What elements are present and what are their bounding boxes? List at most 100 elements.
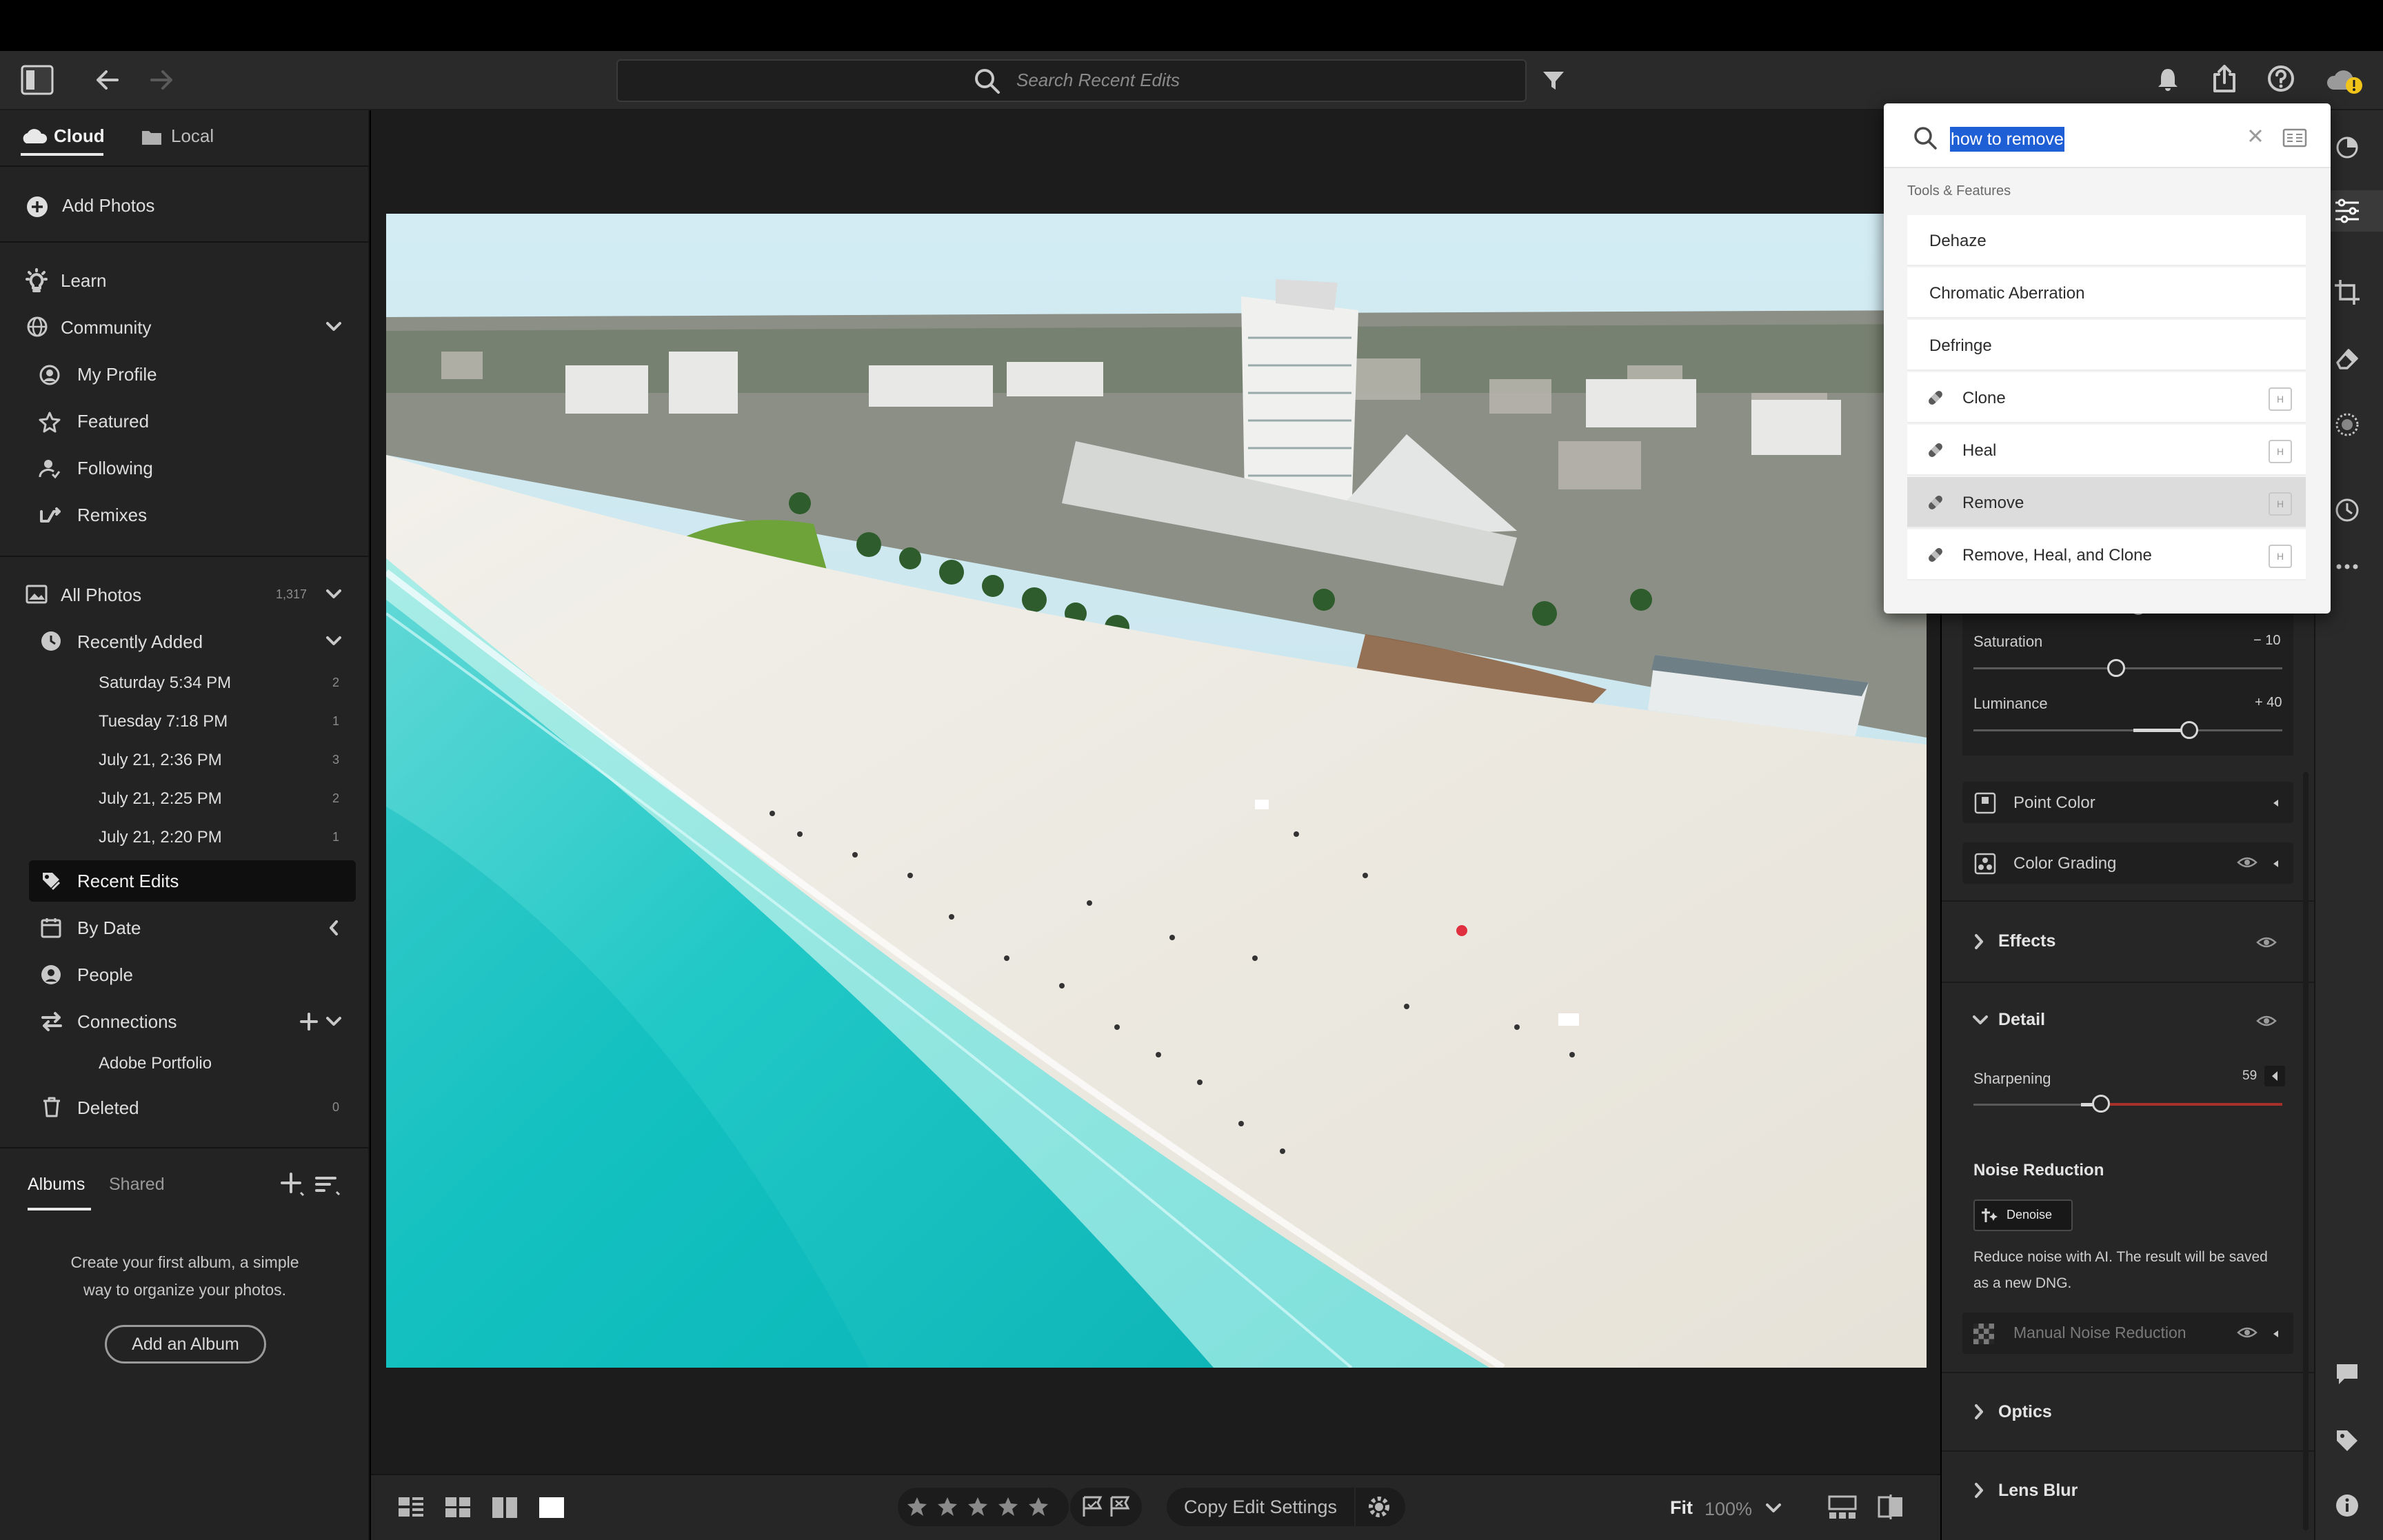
search-result-item[interactable]: Defringe xyxy=(1907,320,2306,371)
tab-shared[interactable]: Shared xyxy=(109,1175,165,1195)
lens-blur-header[interactable]: Lens Blur xyxy=(1998,1481,2078,1501)
sidebar-item-connections[interactable]: Connections xyxy=(77,1011,177,1033)
detail-header[interactable]: Detail xyxy=(1998,1010,2045,1030)
search-result-item[interactable]: Dehaze xyxy=(1907,215,2306,266)
recent-group-item[interactable]: July 21, 2:25 PM xyxy=(99,789,222,809)
share-icon[interactable] xyxy=(2209,63,2240,94)
saturation-value[interactable]: − 10 xyxy=(2253,633,2280,649)
recent-group-item[interactable]: July 21, 2:20 PM xyxy=(99,828,222,847)
triangle-left-icon[interactable] xyxy=(2271,797,2281,809)
saturation-slider-knob[interactable] xyxy=(2107,659,2125,677)
sidebar-toggle-icon[interactable] xyxy=(18,62,57,98)
chevron-down-icon[interactable] xyxy=(1765,1503,1782,1514)
recent-group-item[interactable]: Saturday 5:34 PM xyxy=(99,673,231,693)
zoom-fit-option[interactable]: Fit xyxy=(1670,1497,1693,1519)
sidebar-item-community[interactable]: Community xyxy=(61,317,151,338)
connection-adobe-portfolio[interactable]: Adobe Portfolio xyxy=(99,1054,212,1073)
search-result-item[interactable]: Heal H xyxy=(1907,425,2306,476)
flag-buttons[interactable] xyxy=(1070,1488,1142,1526)
chevron-left-icon[interactable] xyxy=(328,920,339,936)
eye-icon[interactable] xyxy=(2237,1324,2258,1341)
effects-header[interactable]: Effects xyxy=(1998,931,2055,951)
search-result-item[interactable]: Clone H xyxy=(1907,372,2306,423)
chevron-down-icon[interactable] xyxy=(325,321,342,332)
sidebar-item-by-date[interactable]: By Date xyxy=(77,918,141,939)
cloud-sync-warning-icon[interactable] xyxy=(2325,65,2364,97)
comment-icon[interactable] xyxy=(2335,1362,2360,1387)
tab-local[interactable]: Local xyxy=(171,125,214,147)
detail-view-icon[interactable] xyxy=(538,1496,565,1519)
optics-header[interactable]: Optics xyxy=(1998,1402,2052,1422)
add-photos-button[interactable]: Add Photos xyxy=(62,195,154,216)
saturation-track[interactable] xyxy=(1973,667,2282,669)
chevron-down-icon[interactable] xyxy=(325,636,342,647)
main-photo[interactable] xyxy=(386,214,1927,1368)
chevron-right-icon[interactable] xyxy=(1973,933,1984,950)
eraser-heal-icon[interactable] xyxy=(2333,345,2361,372)
luminance-slider-knob[interactable] xyxy=(2180,721,2198,739)
search-result-item[interactable]: Chromatic Aberration xyxy=(1907,267,2306,318)
add-album-button[interactable]: Add an Album xyxy=(105,1325,266,1364)
tab-cloud[interactable]: Cloud xyxy=(54,125,105,147)
close-icon[interactable] xyxy=(2246,127,2264,145)
sidebar-item-recent-edits[interactable]: Recent Edits xyxy=(77,871,179,892)
history-icon[interactable] xyxy=(2333,496,2361,524)
sliders-icon[interactable] xyxy=(2333,197,2361,225)
sidebar-item-learn[interactable]: Learn xyxy=(61,270,107,292)
presets-icon[interactable] xyxy=(2333,135,2361,160)
chevron-down-icon[interactable] xyxy=(325,1016,342,1027)
recent-group-item[interactable]: Tuesday 7:18 PM xyxy=(99,712,228,731)
sidebar-item-recently-added[interactable]: Recently Added xyxy=(77,631,203,653)
sharpening-slider-knob[interactable] xyxy=(2092,1095,2110,1113)
zoom-level[interactable]: 100% xyxy=(1705,1499,1752,1520)
filter-icon[interactable] xyxy=(1542,69,1565,92)
compare-view-icon[interactable] xyxy=(491,1496,519,1519)
info-icon[interactable] xyxy=(2335,1493,2360,1518)
chevron-right-icon[interactable] xyxy=(1973,1404,1984,1420)
triangle-left-icon[interactable] xyxy=(2271,858,2281,870)
search-result-item-selected[interactable]: Remove H xyxy=(1907,477,2306,528)
rating-stars[interactable] xyxy=(898,1488,1069,1526)
sidebar-item-deleted[interactable]: Deleted xyxy=(77,1097,139,1119)
chevron-down-icon[interactable] xyxy=(325,589,342,600)
sidebar-item-featured[interactable]: Featured xyxy=(77,411,149,432)
sidebar-item-all-photos[interactable]: All Photos xyxy=(61,585,141,606)
recent-group-item[interactable]: July 21, 2:36 PM xyxy=(99,751,222,770)
more-icon[interactable] xyxy=(2333,560,2361,574)
chevron-right-icon[interactable] xyxy=(1973,1482,1984,1499)
bell-icon[interactable] xyxy=(2154,66,2182,94)
panel-scrollbar[interactable] xyxy=(2303,772,2309,1530)
search-result-item[interactable]: Remove, Heal, and Clone H xyxy=(1907,529,2306,580)
tab-albums[interactable]: Albums xyxy=(28,1175,85,1195)
add-connection-icon[interactable] xyxy=(299,1012,319,1031)
edit-settings-gear-icon[interactable] xyxy=(1356,1488,1405,1526)
eye-icon[interactable] xyxy=(2256,933,2277,951)
help-icon[interactable] xyxy=(2267,65,2296,94)
before-after-icon[interactable] xyxy=(1877,1493,1904,1521)
luminance-track[interactable] xyxy=(1973,729,2282,731)
sidebar-item-remixes[interactable]: Remixes xyxy=(77,505,147,526)
back-arrow-icon[interactable] xyxy=(94,66,121,94)
sidebar-item-following[interactable]: Following xyxy=(77,458,153,479)
crop-icon[interactable] xyxy=(2333,278,2361,306)
sharpening-value[interactable]: 59 xyxy=(2242,1068,2257,1084)
masking-icon[interactable] xyxy=(2333,411,2361,438)
filmstrip-icon[interactable] xyxy=(1827,1495,1858,1521)
forward-arrow-icon[interactable] xyxy=(148,66,175,94)
help-panel-icon[interactable] xyxy=(2282,128,2307,148)
popup-search-query[interactable]: how to remove xyxy=(1950,127,2064,152)
eye-icon[interactable] xyxy=(2256,1012,2277,1030)
luminance-value[interactable]: + 40 xyxy=(2255,695,2282,711)
sidebar-item-people[interactable]: People xyxy=(77,964,133,986)
chevron-down-icon[interactable] xyxy=(1972,1015,1989,1026)
add-album-plus-icon[interactable] xyxy=(280,1172,305,1197)
sidebar-item-my-profile[interactable]: My Profile xyxy=(77,364,157,385)
sort-icon[interactable] xyxy=(314,1175,342,1197)
sharpening-expand-button[interactable] xyxy=(2264,1066,2285,1086)
point-color-row[interactable] xyxy=(1962,782,2293,823)
square-grid-icon[interactable] xyxy=(444,1496,472,1519)
tag-icon[interactable] xyxy=(2335,1428,2360,1453)
triangle-left-icon[interactable] xyxy=(2271,1328,2281,1340)
copy-edit-settings-button[interactable]: Copy Edit Settings xyxy=(1167,1488,1354,1526)
eye-icon[interactable] xyxy=(2237,853,2258,871)
